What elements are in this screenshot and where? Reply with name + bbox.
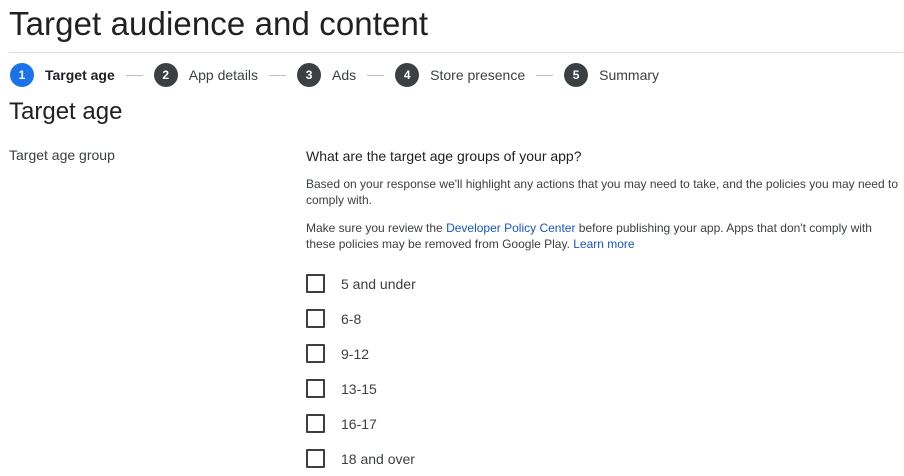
developer-policy-center-link[interactable]: Developer Policy Center	[446, 221, 575, 235]
step-label: Store presence	[430, 67, 526, 83]
step-label: Target age	[45, 67, 115, 83]
policy-prefix: Make sure you review the	[306, 221, 447, 235]
option-label: 5 and under	[341, 275, 416, 292]
checkbox[interactable]	[306, 344, 325, 363]
title-divider	[9, 52, 903, 53]
step-label: App details	[188, 67, 259, 83]
step-connector	[269, 74, 287, 76]
age-group-options: 5 and under 6-8 9-12 13-15 16-17 18 and …	[306, 266, 902, 476]
step-label: Summary	[599, 67, 660, 83]
age-option-16-17[interactable]: 16-17	[306, 406, 902, 441]
option-label: 13-15	[341, 380, 377, 397]
step-ads[interactable]: 3 Ads	[297, 63, 356, 87]
option-label: 18 and over	[341, 450, 415, 467]
step-app-details[interactable]: 2 App details	[153, 63, 259, 87]
step-summary[interactable]: 5 Summary	[564, 63, 659, 87]
step-number: 1	[10, 63, 34, 87]
checkbox[interactable]	[306, 414, 325, 433]
step-number: 4	[395, 63, 420, 87]
learn-more-link[interactable]: Learn more	[573, 237, 634, 251]
step-connector	[536, 74, 554, 76]
stepper: 1 Target age 2 App details 3 Ads 4 Store…	[10, 62, 659, 88]
age-option-5-and-under[interactable]: 5 and under	[306, 266, 902, 301]
page-title: Target audience and content	[9, 5, 429, 42]
option-label: 16-17	[341, 415, 377, 432]
age-option-6-8[interactable]: 6-8	[306, 301, 902, 336]
checkbox[interactable]	[306, 449, 325, 468]
option-label: 6-8	[341, 310, 362, 327]
checkbox[interactable]	[306, 379, 325, 398]
section-title: Target age	[9, 98, 123, 125]
target-age-content: What are the target age groups of your a…	[306, 146, 902, 476]
step-number: 2	[153, 63, 178, 87]
age-option-9-12[interactable]: 9-12	[306, 336, 902, 371]
question-text: What are the target age groups of your a…	[306, 148, 582, 164]
step-connector	[125, 74, 143, 76]
field-label: Target age group	[9, 147, 115, 163]
checkbox[interactable]	[306, 274, 325, 293]
policy-notice: Make sure you review the Developer Polic…	[306, 220, 902, 252]
step-number: 3	[297, 63, 322, 87]
step-target-age[interactable]: 1 Target age	[10, 63, 115, 87]
description-text: Based on your response we'll highlight a…	[306, 177, 898, 207]
step-store-presence[interactable]: 4 Store presence	[395, 63, 525, 87]
step-number: 5	[564, 63, 589, 87]
age-option-18-and-over[interactable]: 18 and over	[306, 441, 902, 476]
step-label: Ads	[332, 67, 357, 83]
option-label: 9-12	[341, 345, 370, 362]
checkbox[interactable]	[306, 309, 325, 328]
age-option-13-15[interactable]: 13-15	[306, 371, 902, 406]
step-connector	[367, 74, 385, 76]
